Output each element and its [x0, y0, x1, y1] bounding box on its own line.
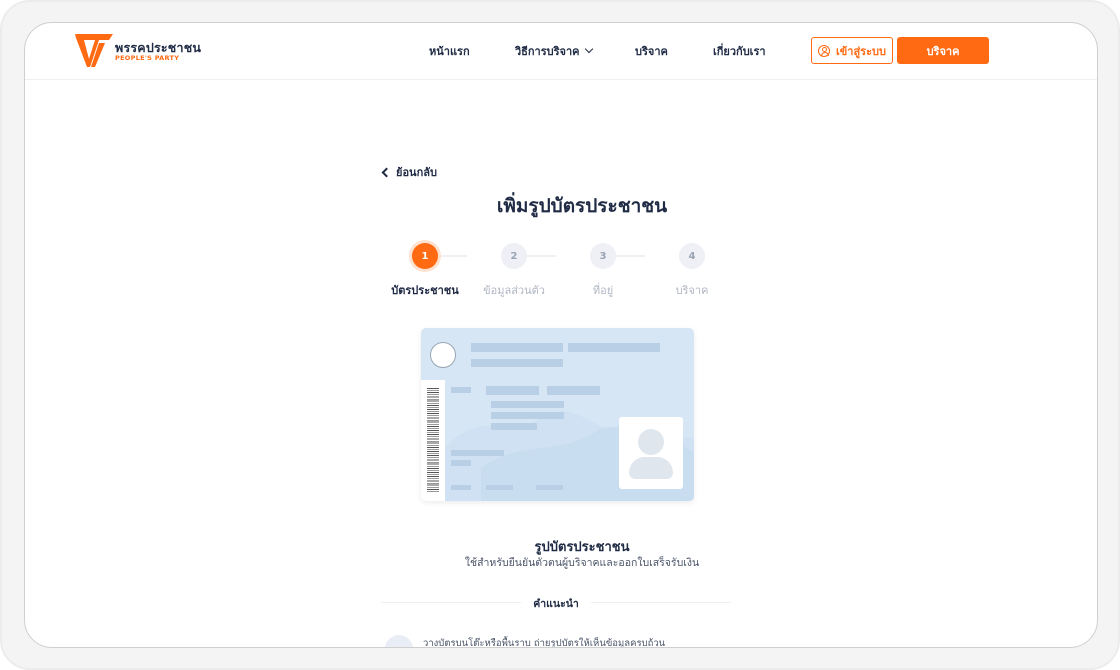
card-text-placeholder: [451, 450, 504, 456]
nav-how-to-donate-label: วิธีการบริจาค: [515, 45, 580, 58]
card-text-placeholder: [568, 343, 660, 352]
barcode-icon: [427, 388, 439, 492]
card-section-subtitle: ใช้สำหรับยืนยันตัวตนผู้บริจาคและออกใบเสร…: [464, 557, 700, 569]
step-4-indicator: 4: [679, 243, 705, 269]
avatar-placeholder-icon: [619, 417, 683, 489]
page-title: เพิ่มรูปบัตรประชาชน: [496, 195, 668, 217]
donate-button[interactable]: บริจาค: [897, 37, 989, 64]
tip-icon: [385, 635, 413, 647]
card-text-placeholder: [491, 423, 537, 430]
card-text-placeholder: [451, 460, 471, 466]
login-button-label: เข้าสู่ระบบ: [836, 44, 886, 58]
step-3-label: ที่อยู่: [592, 284, 614, 297]
tip-item: วางบัตรบนโต๊ะหรือพื้นราบ ถ่ายรูปบัตรให้เ…: [385, 635, 666, 648]
card-chip-icon: [430, 342, 456, 368]
device-frame: พรรคประชาชน PEOPLE'S PARTY หน้าแรก วิธีก…: [0, 0, 1120, 670]
chevron-left-icon: [381, 167, 392, 177]
card-text-placeholder: [547, 386, 600, 395]
card-text-placeholder: [491, 412, 564, 419]
step-3-indicator: 3: [590, 243, 616, 269]
tip-text: วางบัตรบนโต๊ะหรือพื้นราบ ถ่ายรูปบัตรให้เ…: [423, 638, 666, 648]
donate-button-label: บริจาค: [926, 44, 960, 58]
step-1-indicator: 1: [412, 243, 438, 269]
card-text-placeholder: [471, 343, 563, 352]
browser-viewport: พรรคประชาชน PEOPLE'S PARTY หน้าแรก วิธีก…: [24, 22, 1098, 648]
id-card-illustration: [421, 328, 694, 501]
step-2-label: ข้อมูลส่วนตัว: [483, 284, 545, 297]
logo-english-text: PEOPLE'S PARTY: [115, 54, 180, 62]
card-text-placeholder: [486, 485, 513, 490]
party-logo[interactable]: พรรคประชาชน PEOPLE'S PARTY: [75, 34, 201, 68]
step-2-indicator: 2: [501, 243, 527, 269]
card-text-placeholder: [471, 359, 563, 367]
logo-mark-icon: [75, 34, 113, 67]
back-link[interactable]: ย้อนกลับ: [381, 163, 437, 181]
user-icon: [818, 44, 831, 57]
nav-how-to-donate[interactable]: วิธีการบริจาค: [515, 42, 593, 60]
card-barcode-strip: [421, 380, 445, 501]
card-text-placeholder: [451, 485, 471, 490]
card-text-placeholder: [536, 485, 563, 490]
card-text-placeholder: [486, 386, 539, 395]
step-1-label: บัตรประชาชน: [391, 284, 459, 297]
nav-donate[interactable]: บริจาค: [635, 42, 668, 60]
tips-heading: คำแนะนำ: [533, 598, 579, 610]
chevron-down-icon: [584, 44, 593, 54]
card-text-placeholder: [491, 401, 564, 408]
login-button[interactable]: เข้าสู่ระบบ: [811, 37, 893, 64]
step-4-label: บริจาค: [675, 284, 709, 297]
back-link-label: ย้อนกลับ: [396, 166, 437, 179]
tips-divider: คำแนะนำ: [381, 595, 731, 611]
nav-about-us[interactable]: เกี่ยวกับเรา: [713, 42, 766, 60]
progress-stepper: 1 2 3 4 บัตรประชาชน ข้อมูลส่วนตัว ที่อยู…: [377, 243, 777, 303]
site-header: พรรคประชาชน PEOPLE'S PARTY หน้าแรก วิธีก…: [25, 23, 1097, 80]
nav-home[interactable]: หน้าแรก: [429, 42, 470, 60]
card-text-placeholder: [451, 387, 471, 393]
logo-thai-text: พรรคประชาชน: [115, 40, 202, 55]
